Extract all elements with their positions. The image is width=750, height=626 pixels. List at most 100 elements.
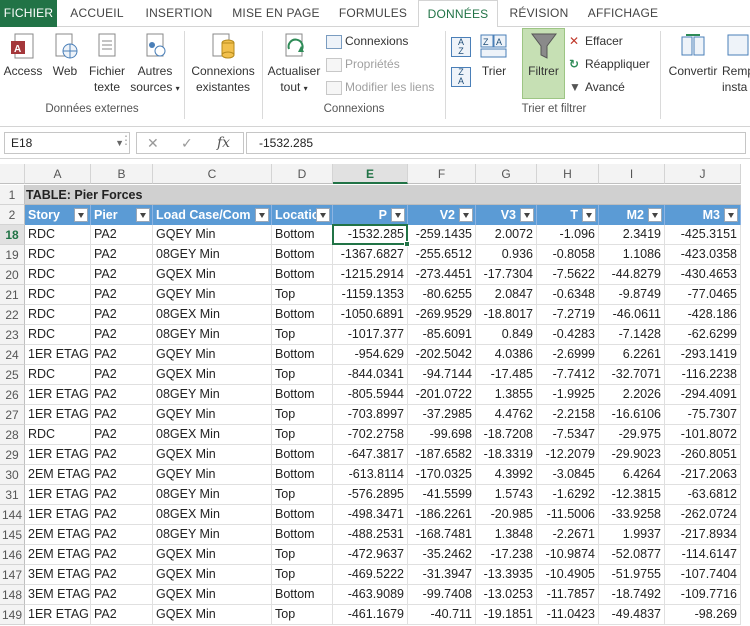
tab-formules[interactable]: FORMULES	[332, 0, 414, 27]
table-cell[interactable]: -7.1428	[599, 325, 665, 345]
table-header-8[interactable]: T	[537, 205, 599, 225]
table-cell[interactable]: -2.2671	[537, 525, 599, 545]
row-header[interactable]: 18	[0, 225, 25, 245]
table-cell[interactable]: 1ER ETAG	[25, 505, 91, 525]
table-cell[interactable]: -488.2531	[333, 525, 408, 545]
filter-dropdown-icon[interactable]	[648, 208, 662, 222]
table-cell[interactable]: PA2	[91, 445, 153, 465]
table-cell[interactable]: PA2	[91, 425, 153, 445]
reappliquer-button[interactable]: ↻ Réappliquer	[569, 56, 650, 72]
row-header[interactable]: 145	[0, 525, 25, 545]
filter-dropdown-icon[interactable]	[74, 208, 88, 222]
row-header[interactable]: 31	[0, 485, 25, 505]
table-cell[interactable]: -12.3815	[599, 485, 665, 505]
table-cell[interactable]: Top	[272, 545, 333, 565]
table-cell[interactable]: -7.7412	[537, 365, 599, 385]
table-cell[interactable]: GQEY Min	[153, 465, 272, 485]
table-cell[interactable]: 0.849	[476, 325, 537, 345]
table-cell[interactable]: -31.3947	[408, 565, 476, 585]
table-cell[interactable]: -51.9755	[599, 565, 665, 585]
table-cell[interactable]: -168.7481	[408, 525, 476, 545]
table-cell[interactable]: 08GEY Min	[153, 385, 272, 405]
table-cell[interactable]: -7.5347	[537, 425, 599, 445]
table-header-4[interactable]: Locatio	[272, 205, 333, 225]
table-cell[interactable]: -186.2261	[408, 505, 476, 525]
row-header[interactable]: 30	[0, 465, 25, 485]
table-cell[interactable]: 2EM ETAG	[25, 465, 91, 485]
table-cell[interactable]: -576.2895	[333, 485, 408, 505]
filter-dropdown-icon[interactable]	[582, 208, 596, 222]
table-cell[interactable]: GQEX Min	[153, 445, 272, 465]
table-cell[interactable]: 1ER ETAG	[25, 605, 91, 625]
table-cell[interactable]: -1.096	[537, 225, 599, 245]
table-cell[interactable]: 08GEY Min	[153, 485, 272, 505]
row-header[interactable]: 19	[0, 245, 25, 265]
connexions-existantes-button[interactable]: Connexions existantes	[188, 31, 258, 95]
table-cell[interactable]: -463.9089	[333, 585, 408, 605]
table-cell[interactable]: -217.2063	[665, 465, 741, 485]
table-cell[interactable]: PA2	[91, 365, 153, 385]
table-cell[interactable]: 2EM ETAG	[25, 525, 91, 545]
table-cell[interactable]: 4.0386	[476, 345, 537, 365]
table-cell[interactable]: -647.3817	[333, 445, 408, 465]
table-cell[interactable]: Top	[272, 365, 333, 385]
table-cell[interactable]: PA2	[91, 465, 153, 485]
table-cell[interactable]: GQEY Min	[153, 225, 272, 245]
row-header[interactable]: 28	[0, 425, 25, 445]
table-cell[interactable]: -702.2758	[333, 425, 408, 445]
table-cell[interactable]: -80.6255	[408, 285, 476, 305]
table-cell[interactable]: -293.1419	[665, 345, 741, 365]
formula-input[interactable]: -1532.285	[246, 132, 746, 154]
table-cell[interactable]: -2.2158	[537, 405, 599, 425]
row-header[interactable]: 24	[0, 345, 25, 365]
table-cell[interactable]: -0.8058	[537, 245, 599, 265]
table-cell[interactable]: Bottom	[272, 505, 333, 525]
table-cell[interactable]: -469.5222	[333, 565, 408, 585]
table-cell[interactable]: PA2	[91, 265, 153, 285]
table-cell[interactable]: -16.6106	[599, 405, 665, 425]
table-cell[interactable]: 08GEY Min	[153, 525, 272, 545]
table-cell[interactable]: -0.4283	[537, 325, 599, 345]
table-cell[interactable]: 4.4762	[476, 405, 537, 425]
table-cell[interactable]: -11.7857	[537, 585, 599, 605]
tab-insertion[interactable]: INSERTION	[138, 0, 220, 27]
table-cell[interactable]: Top	[272, 405, 333, 425]
table-cell[interactable]: PA2	[91, 525, 153, 545]
column-header-d[interactable]: D	[272, 164, 333, 184]
table-cell[interactable]: -40.711	[408, 605, 476, 625]
table-cell[interactable]: -170.0325	[408, 465, 476, 485]
table-cell[interactable]: -269.9529	[408, 305, 476, 325]
table-cell[interactable]: -101.8072	[665, 425, 741, 445]
filter-dropdown-icon[interactable]	[316, 208, 330, 222]
table-cell[interactable]: -37.2985	[408, 405, 476, 425]
table-cell[interactable]: -430.4653	[665, 265, 741, 285]
table-cell[interactable]: -17.485	[476, 365, 537, 385]
table-cell[interactable]: -62.6299	[665, 325, 741, 345]
effacer-button[interactable]: ✕ Effacer	[569, 33, 623, 49]
table-cell[interactable]: GQEX Min	[153, 545, 272, 565]
table-cell[interactable]: -294.4091	[665, 385, 741, 405]
web-button[interactable]: Web	[48, 31, 82, 79]
table-cell[interactable]: RDC	[25, 425, 91, 445]
table-cell[interactable]: -29.9023	[599, 445, 665, 465]
row-header[interactable]: 1	[0, 185, 25, 205]
table-cell[interactable]: -805.5944	[333, 385, 408, 405]
autres-sources-button[interactable]: Autres sources ▾	[130, 31, 180, 97]
table-cell[interactable]: Bottom	[272, 585, 333, 605]
table-cell[interactable]: 1ER ETAG	[25, 485, 91, 505]
table-cell[interactable]: 2.3419	[599, 225, 665, 245]
table-cell[interactable]: Bottom	[272, 305, 333, 325]
table-cell[interactable]: PA2	[91, 285, 153, 305]
table-cell[interactable]: -46.0611	[599, 305, 665, 325]
tab-fichier[interactable]: FICHIER	[0, 0, 57, 27]
trier-button[interactable]: ZA Trier	[477, 31, 511, 79]
table-header-3[interactable]: Load Case/Com	[153, 205, 272, 225]
table-cell[interactable]: PA2	[91, 545, 153, 565]
table-cell[interactable]: 1ER ETAG	[25, 405, 91, 425]
table-cell[interactable]: 1.1086	[599, 245, 665, 265]
filter-dropdown-icon[interactable]	[724, 208, 738, 222]
table-cell[interactable]: -260.8051	[665, 445, 741, 465]
table-cell[interactable]: -1159.1353	[333, 285, 408, 305]
table-cell[interactable]: 1.9937	[599, 525, 665, 545]
table-cell[interactable]: 08GEX Min	[153, 305, 272, 325]
